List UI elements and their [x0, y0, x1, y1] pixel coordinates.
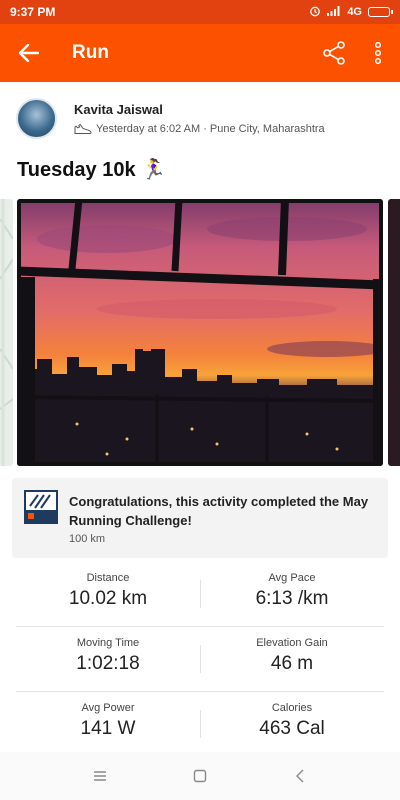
stat-value: 1:02:18 — [76, 653, 140, 674]
stat-row: Avg Power 141 W Calories 463 Cal — [16, 692, 384, 757]
page-title: Run — [72, 42, 109, 63]
status-time: 9:37 PM — [10, 5, 56, 19]
stat-label: Distance — [86, 572, 130, 584]
stat-value: 141 W — [80, 718, 136, 739]
stat-value: 6:13 /km — [255, 588, 329, 609]
challenge-distance: 100 km — [69, 533, 106, 545]
next-photo-peek[interactable] — [388, 199, 400, 466]
timestamp-location: Yesterday at 6:02 AM · Pune City, Mahara… — [96, 123, 325, 135]
activity-title: Tuesday 10k 🏃‍♀️ — [17, 157, 166, 182]
challenge-badge-icon — [24, 490, 58, 524]
stat-row: Moving Time 1:02:18 Elevation Gain 46 m — [16, 627, 384, 692]
stat-label: Elevation Gain — [256, 637, 328, 649]
status-icons: 4G — [309, 5, 393, 20]
media-carousel[interactable] — [0, 199, 400, 466]
athlete-name[interactable]: Kavita Jaiswal — [74, 102, 163, 117]
arrow-left-icon — [19, 44, 39, 62]
system-back-button[interactable] — [282, 758, 318, 794]
more-button[interactable] — [356, 24, 400, 82]
runner-emoji: 🏃‍♀️ — [141, 159, 167, 181]
avatar[interactable] — [16, 98, 57, 139]
chevron-left-icon — [296, 769, 304, 783]
share-button[interactable] — [312, 24, 356, 82]
alarm-icon — [309, 5, 321, 20]
menu-icon — [94, 771, 106, 781]
activity-title-text: Tuesday 10k — [17, 159, 136, 181]
activity-photo[interactable] — [17, 199, 383, 466]
home-button[interactable] — [182, 758, 218, 794]
stat-calories: Calories 463 Cal — [200, 692, 384, 757]
back-button[interactable] — [0, 24, 58, 82]
system-nav-bar — [0, 752, 400, 800]
activity-header: Kavita Jaiswal Yesterday at 6:02 AM · Pu… — [0, 82, 400, 152]
route-map-thumbnail[interactable] — [0, 199, 13, 466]
battery-icon — [368, 7, 393, 17]
status-bar: 9:37 PM 4G — [0, 0, 400, 24]
signal-icon — [327, 5, 341, 19]
stat-label: Avg Pace — [268, 572, 316, 584]
stat-avg-pace: Avg Pace 6:13 /km — [200, 562, 384, 627]
stat-value: 46 m — [270, 653, 314, 674]
challenge-card[interactable]: Congratulations, this activity completed… — [12, 478, 388, 558]
stat-label: Avg Power — [81, 702, 135, 714]
stat-distance: Distance 10.02 km — [16, 562, 200, 627]
share-icon — [323, 41, 345, 65]
network-label: 4G — [347, 6, 362, 18]
activity-meta: Yesterday at 6:02 AM · Pune City, Mahara… — [74, 123, 325, 135]
challenge-message: Congratulations, this activity completed… — [69, 494, 369, 528]
stat-value: 10.02 km — [68, 588, 148, 609]
stat-label: Calories — [271, 702, 313, 714]
stat-moving-time: Moving Time 1:02:18 — [16, 627, 200, 692]
stat-avg-power: Avg Power 141 W — [16, 692, 200, 757]
more-vert-icon — [375, 42, 381, 64]
shoe-icon — [74, 123, 92, 134]
stat-label: Moving Time — [76, 637, 140, 649]
home-square-icon — [193, 769, 207, 783]
app-bar: Run — [0, 24, 400, 82]
stat-row: Distance 10.02 km Avg Pace 6:13 /km — [16, 562, 384, 627]
stats-grid: Distance 10.02 km Avg Pace 6:13 /km Movi… — [16, 562, 384, 757]
stat-elevation-gain: Elevation Gain 46 m — [200, 627, 384, 692]
recents-button[interactable] — [82, 758, 118, 794]
stat-value: 463 Cal — [259, 718, 325, 739]
